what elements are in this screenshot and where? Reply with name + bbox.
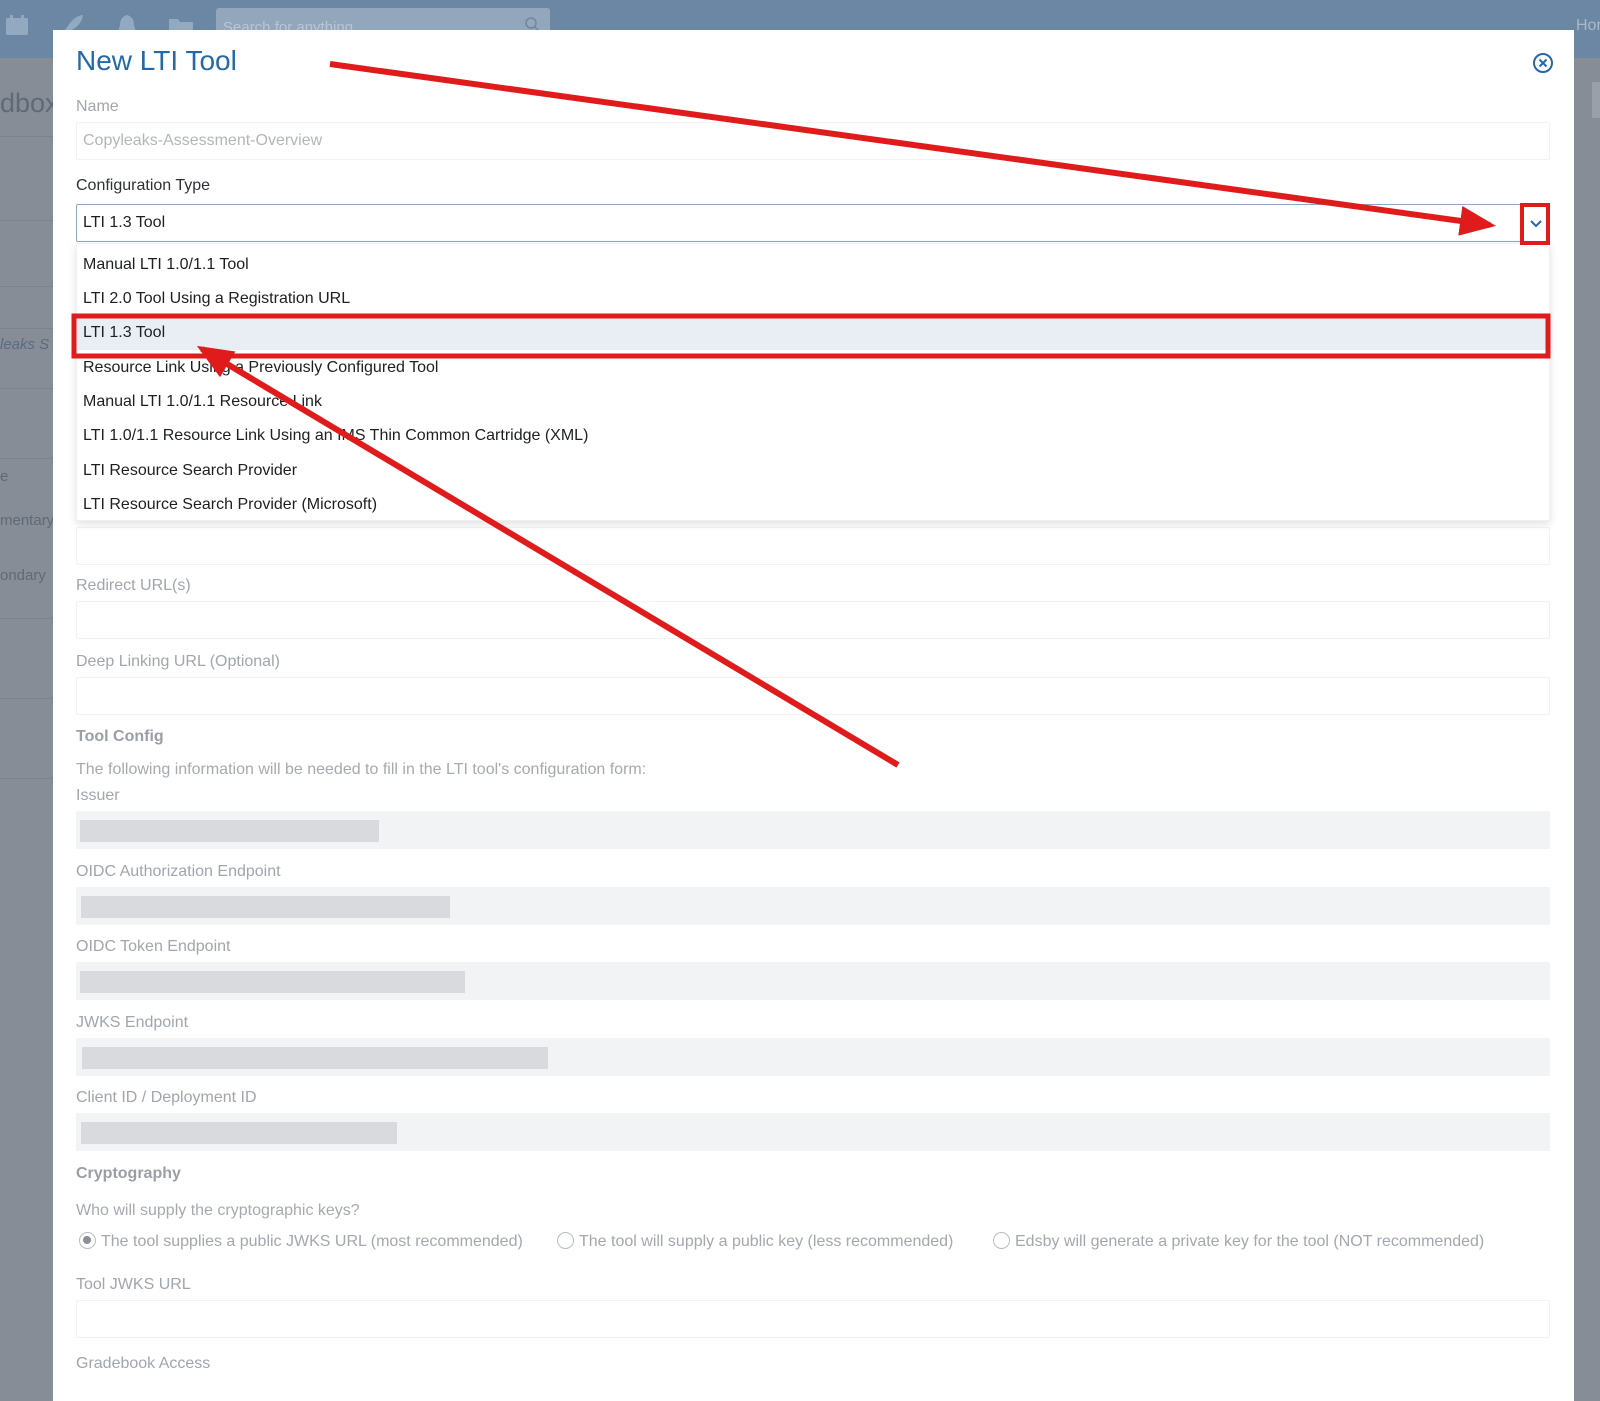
- oidc-auth-field: [76, 887, 1550, 925]
- background-scroll-handle: [1592, 82, 1600, 118]
- modal-title: New LTI Tool: [76, 45, 237, 76]
- redacted-value: [81, 896, 450, 918]
- home-link[interactable]: Hor: [1576, 17, 1600, 35]
- configuration-type-dropdown: Manual LTI 1.0/1.1 Tool LTI 2.0 Tool Usi…: [76, 243, 1550, 521]
- configuration-type-select[interactable]: LTI 1.3 Tool: [76, 204, 1550, 242]
- tool-config-help: The following information will be needed…: [76, 761, 647, 778]
- dropdown-option[interactable]: LTI Resource Search Provider: [77, 454, 1549, 488]
- bg-text-ondary: ondary: [0, 567, 46, 584]
- configuration-type-selected: LTI 1.3 Tool: [83, 214, 166, 231]
- radio-public-key[interactable]: The tool will supply a public key (less …: [557, 1230, 953, 1254]
- redacted-value: [82, 1047, 548, 1069]
- configuration-type-label: Configuration Type: [76, 177, 211, 194]
- bg-text-leaks: leaks S: [0, 336, 50, 353]
- tool-jwks-url-input[interactable]: [76, 1300, 1550, 1338]
- dropdown-option[interactable]: Manual LTI 1.0/1.1 Resource Link: [77, 385, 1549, 419]
- radio-public-key-label: The tool will supply a public key (less …: [579, 1233, 954, 1250]
- deep-linking-input[interactable]: [76, 677, 1550, 715]
- gradebook-access-label: Gradebook Access: [76, 1355, 211, 1372]
- oidc-token-label: OIDC Token Endpoint: [76, 938, 231, 955]
- dropdown-option[interactable]: LTI 2.0 Tool Using a Registration URL: [77, 282, 1549, 316]
- dropdown-option[interactable]: LTI Resource Search Provider (Microsoft): [77, 488, 1549, 522]
- radio-checked-icon[interactable]: [79, 1232, 96, 1249]
- dropdown-option-selected[interactable]: LTI 1.3 Tool: [77, 316, 1549, 350]
- redacted-value: [80, 971, 465, 993]
- dropdown-option[interactable]: Manual LTI 1.0/1.1 Tool: [77, 248, 1549, 282]
- calendar-icon[interactable]: [4, 14, 30, 36]
- dropdown-option[interactable]: Resource Link Using a Previously Configu…: [77, 351, 1549, 385]
- oidc-token-field: [76, 962, 1550, 1000]
- radio-jwks-url[interactable]: The tool supplies a public JWKS URL (mos…: [79, 1230, 523, 1254]
- name-input-value: Copyleaks-Assessment-Overview: [83, 132, 323, 149]
- redirect-urls-label: Redirect URL(s): [76, 577, 191, 594]
- deep-linking-label: Deep Linking URL (Optional): [76, 653, 280, 670]
- bg-text-title: dbox: [0, 88, 54, 118]
- bg-text-mentary: mentary: [0, 512, 54, 529]
- redacted-value: [81, 1122, 397, 1144]
- jwks-endpoint-field: [76, 1038, 1550, 1076]
- radio-private-key-label: Edsby will generate a private key for th…: [1015, 1233, 1485, 1250]
- bg-text-e: e: [0, 468, 9, 485]
- background-right-edge: [1574, 58, 1600, 1401]
- name-label: Name: [76, 98, 119, 115]
- dropdown-option[interactable]: LTI 1.0/1.1 Resource Link Using an IMS T…: [77, 419, 1549, 453]
- background-sidebar: dbox leaks S e mentary ondary: [0, 58, 54, 1401]
- client-id-label: Client ID / Deployment ID: [76, 1089, 257, 1106]
- radio-jwks-url-label: The tool supplies a public JWKS URL (mos…: [101, 1233, 523, 1250]
- radio-private-key[interactable]: Edsby will generate a private key for th…: [993, 1230, 1484, 1254]
- client-id-field: [76, 1113, 1550, 1151]
- close-circle-icon[interactable]: [1531, 51, 1555, 75]
- jwks-endpoint-label: JWKS Endpoint: [76, 1014, 189, 1031]
- redirect-urls-input[interactable]: [76, 601, 1550, 639]
- issuer-label: Issuer: [76, 787, 120, 804]
- radio-unchecked-icon[interactable]: [993, 1232, 1010, 1249]
- cryptography-question: Who will supply the cryptographic keys?: [76, 1202, 360, 1219]
- name-input[interactable]: Copyleaks-Assessment-Overview: [76, 122, 1550, 160]
- tool-jwks-url-label: Tool JWKS URL: [76, 1276, 191, 1293]
- hidden-field-input[interactable]: [76, 527, 1550, 565]
- chevron-down-icon[interactable]: [1527, 214, 1545, 232]
- radio-unchecked-icon[interactable]: [557, 1232, 574, 1249]
- new-lti-tool-modal: New LTI Tool Name Copyleaks-Assessment-O…: [53, 30, 1574, 1401]
- oidc-auth-label: OIDC Authorization Endpoint: [76, 863, 281, 880]
- redacted-value: [80, 820, 379, 842]
- issuer-field: [76, 811, 1550, 849]
- cryptography-heading: Cryptography: [76, 1165, 181, 1182]
- crypto-radio-group: The tool supplies a public JWKS URL (mos…: [79, 1230, 1549, 1254]
- tool-config-heading: Tool Config: [76, 728, 164, 745]
